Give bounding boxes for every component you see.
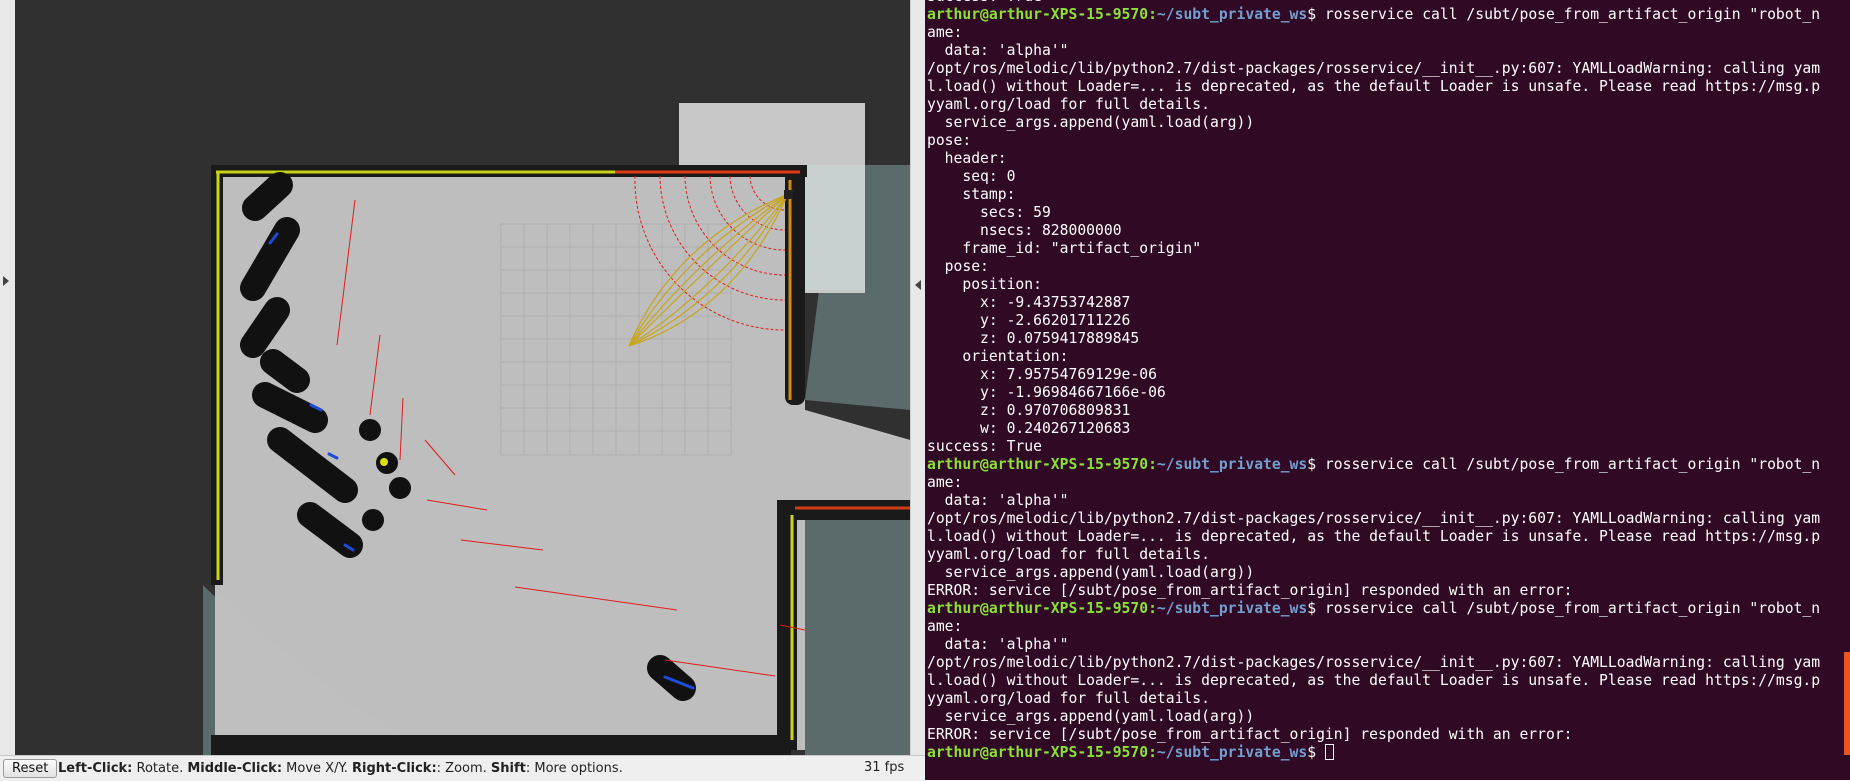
- prompt-user: arthur@arthur-XPS-15-9570: [927, 456, 1149, 473]
- collapse-arrow-icon[interactable]: [915, 280, 921, 290]
- shift-label: Shift: [490, 761, 526, 776]
- prompt-separator: :: [1148, 6, 1157, 23]
- terminal-output-line: ERROR: service [/subt/pose_from_artifact…: [927, 726, 1573, 743]
- terminal-output-line: data: 'alpha'": [927, 636, 1069, 653]
- terminal-output-line: seq: 0: [927, 168, 1016, 185]
- prompt-separator: :: [1148, 456, 1157, 473]
- terminal-output-line: yyaml.org/load for full details.: [927, 690, 1210, 707]
- robot-marker: [380, 458, 388, 466]
- terminal-output-line: /opt/ros/melodic/lib/python2.7/dist-pack…: [927, 510, 1821, 527]
- mouse-help-text: Left-Click: Rotate. Middle-Click: Move X…: [58, 761, 623, 776]
- left-click-desc: Rotate.: [132, 761, 188, 776]
- shift-desc: : More options.: [525, 761, 623, 776]
- middle-click-label: Middle-Click:: [187, 761, 283, 776]
- left-click-label: Left-Click:: [58, 761, 133, 776]
- prompt-path: ~/subt_private_ws: [1156, 744, 1308, 761]
- terminal-output-line: stamp:: [927, 186, 1016, 203]
- terminal-output-line: l.load() without Loader=... is deprecate…: [927, 528, 1821, 545]
- prompt-command: $: [1307, 744, 1325, 761]
- terminal-output-line: ame:: [927, 618, 963, 635]
- terminal-prompt-line: arthur@arthur-XPS-15-9570:~/subt_private…: [927, 6, 1827, 24]
- right-click-label: Right-Click:: [352, 761, 437, 776]
- prompt-separator: :: [1148, 600, 1157, 617]
- prompt-command: $ rosservice call /subt/pose_from_artifa…: [1307, 6, 1821, 23]
- terminal-output-line: data: 'alpha'": [927, 492, 1069, 509]
- left-dock-collapse-handle[interactable]: [0, 0, 16, 755]
- terminal-output-line: orientation:: [927, 348, 1069, 365]
- terminal-output-line: success: True: [927, 438, 1042, 455]
- terminal-output-line: service_args.append(yaml.load(arg)): [927, 114, 1255, 131]
- terminal-output-line: ame:: [927, 24, 963, 41]
- rviz-3d-viewport[interactable]: [15, 0, 910, 755]
- status-bar: Reset Left-Click: Rotate. Middle-Click: …: [0, 755, 925, 781]
- terminal-output-line: x: 7.95754769129e-06: [927, 366, 1157, 383]
- middle-click-desc: Move X/Y.: [282, 761, 353, 776]
- terminal-output-line: yyaml.org/load for full details.: [927, 96, 1210, 113]
- terminal-output-line: x: -9.43753742887: [927, 294, 1131, 311]
- terminal-cursor[interactable]: [1324, 744, 1334, 760]
- fps-counter: 31 fps: [864, 760, 905, 775]
- rviz-window: Reset Left-Click: Rotate. Middle-Click: …: [0, 0, 926, 781]
- terminal-prompt-line: arthur@arthur-XPS-15-9570:~/subt_private…: [927, 744, 1827, 762]
- prompt-path: ~/subt_private_ws: [1156, 456, 1308, 473]
- terminal-output-line: y: -1.96984667166e-06: [927, 384, 1166, 401]
- right-click-desc: : Zoom.: [436, 761, 491, 776]
- terminal-output-line: service_args.append(yaml.load(arg)): [927, 564, 1255, 581]
- terminal-scrollbar[interactable]: [1844, 652, 1850, 755]
- terminal-output-line: /opt/ros/melodic/lib/python2.7/dist-pack…: [927, 654, 1821, 671]
- terminal-prompt-line: arthur@arthur-XPS-15-9570:~/subt_private…: [927, 600, 1827, 618]
- terminal-output-line: z: 0.970706809831: [927, 402, 1131, 419]
- terminal-output: success: Truearthur@arthur-XPS-15-9570:~…: [927, 0, 1827, 762]
- prompt-path: ~/subt_private_ws: [1156, 600, 1308, 617]
- terminal-output-line: z: 0.0759417889845: [927, 330, 1140, 347]
- prompt-user: arthur@arthur-XPS-15-9570: [927, 744, 1149, 761]
- terminal-output-line: frame_id: "artifact_origin": [927, 240, 1202, 257]
- terminal-output-line: /opt/ros/melodic/lib/python2.7/dist-pack…: [927, 60, 1821, 77]
- occupancy-map-render: [15, 0, 910, 755]
- terminal-output-line: header:: [927, 150, 1007, 167]
- terminal-output-line: ERROR: service [/subt/pose_from_artifact…: [927, 582, 1573, 599]
- terminal-output-line: pose:: [927, 258, 989, 275]
- expand-arrow-icon[interactable]: [3, 276, 9, 286]
- overlay-square-side: [805, 165, 865, 290]
- terminal-output-line: ame:: [927, 474, 963, 491]
- terminal-output-line: yyaml.org/load for full details.: [927, 546, 1210, 563]
- terminal-window[interactable]: success: Truearthur@arthur-XPS-15-9570:~…: [925, 0, 1850, 780]
- reset-button[interactable]: Reset: [3, 759, 58, 778]
- terminal-output-line: service_args.append(yaml.load(arg)): [927, 708, 1255, 725]
- prompt-separator: :: [1148, 744, 1157, 761]
- prompt-path: ~/subt_private_ws: [1156, 6, 1308, 23]
- terminal-output-line: secs: 59: [927, 204, 1051, 221]
- prompt-user: arthur@arthur-XPS-15-9570: [927, 600, 1149, 617]
- terminal-output-line: l.load() without Loader=... is deprecate…: [927, 672, 1821, 689]
- prompt-user: arthur@arthur-XPS-15-9570: [927, 6, 1149, 23]
- right-dock-collapse-handle[interactable]: [910, 0, 926, 755]
- prompt-command: $ rosservice call /subt/pose_from_artifa…: [1307, 456, 1821, 473]
- terminal-output-line: pose:: [927, 132, 972, 149]
- terminal-output-line: l.load() without Loader=... is deprecate…: [927, 78, 1821, 95]
- terminal-output-line: w: 0.240267120683: [927, 420, 1131, 437]
- terminal-output-line: position:: [927, 276, 1042, 293]
- terminal-output-line: nsecs: 828000000: [927, 222, 1122, 239]
- prompt-command: $ rosservice call /subt/pose_from_artifa…: [1307, 600, 1821, 617]
- camera-sensor-marker: [784, 190, 793, 199]
- terminal-output-line: y: -2.66201711226: [927, 312, 1131, 329]
- terminal-prompt-line: arthur@arthur-XPS-15-9570:~/subt_private…: [927, 456, 1827, 474]
- terminal-output-line: data: 'alpha'": [927, 42, 1069, 59]
